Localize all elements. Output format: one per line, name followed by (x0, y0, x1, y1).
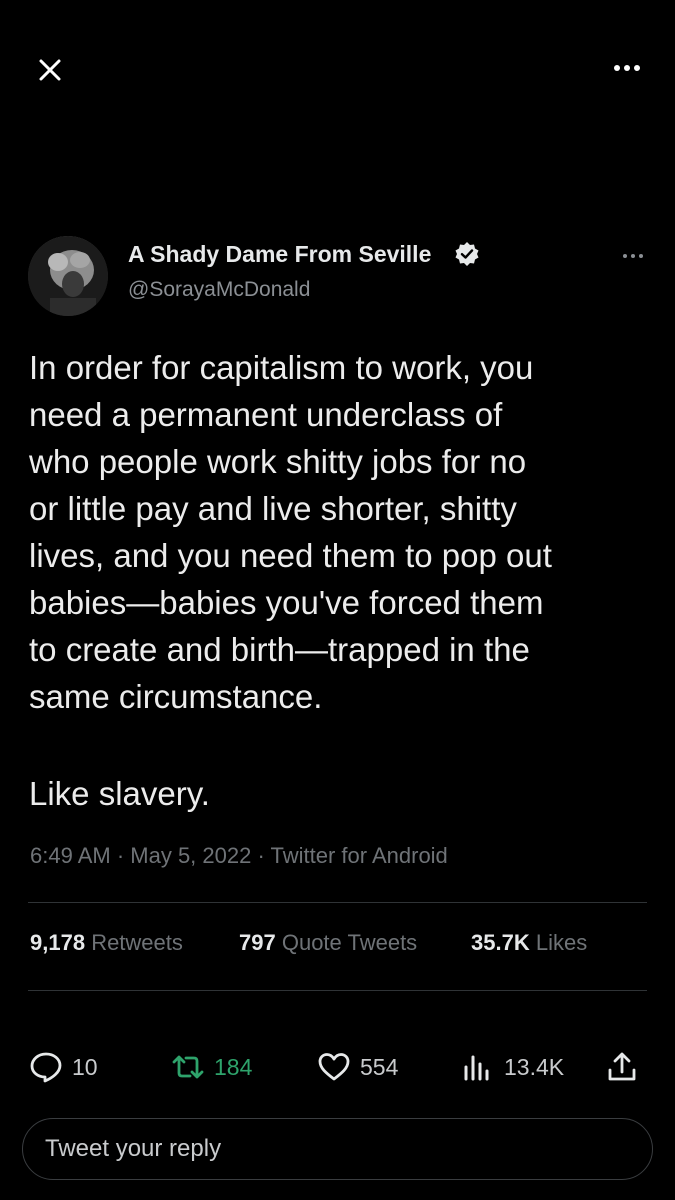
avatar[interactable] (28, 236, 108, 316)
like-button[interactable]: 554 (316, 1045, 398, 1089)
author-display-name[interactable]: A Shady Dame From Seville (128, 241, 431, 268)
tweet-timestamp-source[interactable]: 6:49 AM · May 5, 2022 · Twitter for Andr… (30, 843, 448, 869)
likes-stat[interactable]: 35.7K Likes (471, 930, 587, 956)
retweets-stat[interactable]: 9,178 Retweets (30, 930, 183, 956)
share-button[interactable] (604, 1045, 640, 1089)
tweet-author: A Shady Dame From Seville @SorayaMcDonal… (28, 236, 648, 316)
reply-input[interactable]: Tweet your reply (22, 1118, 653, 1180)
likes-label: Likes (535, 930, 588, 955)
more-horizontal-icon (623, 254, 643, 258)
share-icon (608, 1052, 636, 1081)
reply-placeholder: Tweet your reply (45, 1135, 222, 1162)
retweet-icon (172, 1055, 204, 1079)
views-count: 13.4K (504, 1053, 565, 1080)
tweet-text: In order for capitalism to work, you nee… (29, 349, 552, 715)
close-button[interactable] (30, 50, 70, 90)
retweets-label: Retweets (91, 930, 183, 955)
views-button[interactable]: 13.4K (460, 1045, 564, 1089)
tweet-text-closing-line: Like slavery. (29, 775, 210, 812)
tweet-actions-bar: 10 184 554 13.4K (0, 1045, 675, 1089)
quote-tweets-count: 797 (239, 930, 276, 955)
quote-tweets-label: Quote Tweets (281, 930, 418, 955)
analytics-icon (464, 1055, 489, 1081)
reply-count: 10 (72, 1053, 98, 1080)
author-handle[interactable]: @SorayaMcDonald (128, 278, 310, 302)
reply-icon (30, 1052, 62, 1083)
retweet-count: 184 (214, 1053, 253, 1080)
heart-icon (318, 1053, 350, 1081)
more-options-button[interactable] (607, 56, 647, 80)
reply-button[interactable]: 10 (28, 1045, 98, 1089)
tweet-more-button[interactable] (618, 246, 648, 266)
retweet-button[interactable]: 184 (170, 1045, 252, 1089)
close-icon (39, 59, 61, 81)
divider (28, 902, 647, 903)
tweet-detail-screen: A Shady Dame From Seville @SorayaMcDonal… (0, 0, 675, 1200)
like-count: 554 (360, 1053, 399, 1080)
avatar-photo (28, 236, 108, 316)
retweets-count: 9,178 (30, 930, 86, 955)
likes-count: 35.7K (471, 930, 530, 955)
more-horizontal-icon (614, 65, 640, 71)
divider (28, 990, 647, 991)
verified-badge-icon (455, 242, 479, 266)
quote-tweets-stat[interactable]: 797 Quote Tweets (239, 930, 417, 956)
